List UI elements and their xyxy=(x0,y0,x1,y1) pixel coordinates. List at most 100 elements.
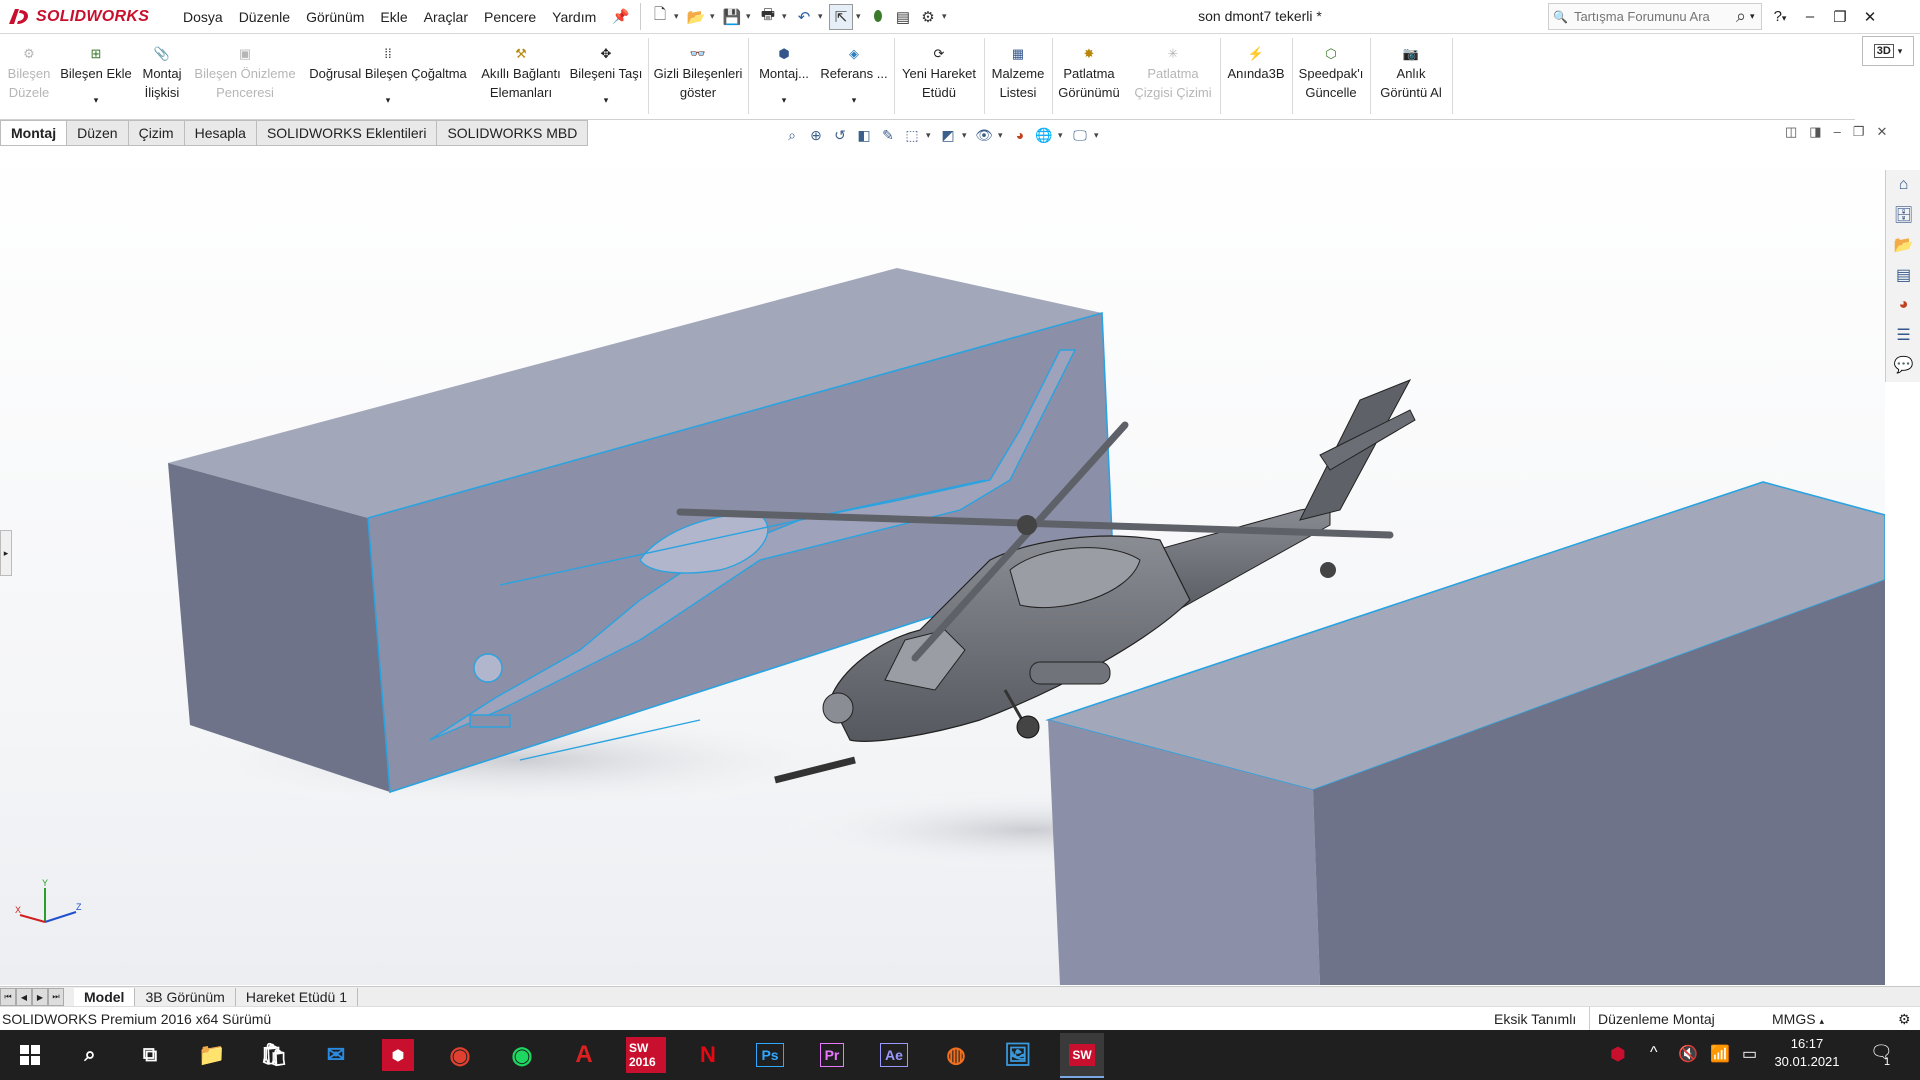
zoom-to-area-icon[interactable]: ⊕ xyxy=(806,125,826,145)
netflix-icon[interactable]: N xyxy=(688,1035,728,1075)
chevron-down-icon[interactable]: ▾ xyxy=(710,11,718,22)
chevron-down-icon[interactable]: ▾ xyxy=(962,130,970,141)
solidworks-icon[interactable]: SW xyxy=(1060,1033,1104,1078)
apply-scene-icon[interactable]: 🌐 xyxy=(1034,125,1054,145)
patlatma-cizgisi-button[interactable]: ✳ Patlatma Çizgisi Çizimi xyxy=(1128,42,1218,102)
first-tab-icon[interactable]: ⏮ xyxy=(0,988,16,1006)
dynamic-annotation-icon[interactable]: ✎ xyxy=(878,125,898,145)
malzeme-listesi-button[interactable]: ▦ Malzeme Listesi xyxy=(986,42,1050,102)
collapse-right-icon[interactable]: ◨ xyxy=(1809,124,1821,146)
search-icon[interactable]: ⌕ xyxy=(70,1035,110,1075)
menu-ekle[interactable]: Ekle xyxy=(372,9,415,25)
speedpak-guncelle-button[interactable]: ⬡ Speedpak'ı Güncelle xyxy=(1294,42,1368,102)
restore-icon[interactable]: ❐ xyxy=(1853,124,1865,146)
chevron-down-icon[interactable]: ▾ xyxy=(94,95,99,105)
bilesen-ekle-button[interactable]: ⊞ Bileşen Ekle ▾ xyxy=(58,42,134,106)
pin-icon[interactable]: 📌 xyxy=(604,8,637,25)
tab-cizim[interactable]: Çizim xyxy=(128,120,185,146)
after-effects-icon[interactable]: Ae xyxy=(874,1035,914,1075)
section-view-icon[interactable]: ◧ xyxy=(854,125,874,145)
appearances-icon[interactable]: ◕ xyxy=(1886,290,1920,320)
chevron-down-icon[interactable]: ▾ xyxy=(604,95,609,105)
chevron-down-icon[interactable]: ▾ xyxy=(1058,130,1066,141)
chevron-down-icon[interactable]: ▾ xyxy=(782,11,790,22)
display-style-icon[interactable]: ◩ xyxy=(938,125,958,145)
chevron-down-icon[interactable]: ▾ xyxy=(1750,11,1755,22)
chevron-down-icon[interactable]: ▾ xyxy=(746,11,754,22)
unit-system-selector[interactable]: MMGS ▴ xyxy=(1772,1011,1824,1027)
view-settings-icon[interactable]: 🖵 xyxy=(1070,125,1090,145)
forum-icon[interactable]: 💬 xyxy=(1886,350,1920,380)
menu-araclar[interactable]: Araçlar xyxy=(416,9,476,25)
photos-icon[interactable]: 🖼 xyxy=(998,1035,1038,1075)
mail-icon[interactable]: ✉ xyxy=(316,1035,356,1075)
akilli-baglanti-button[interactable]: ⚒ Akıllı Bağlantı Elemanları xyxy=(476,42,566,102)
view-palette-icon[interactable]: ▤ xyxy=(1886,260,1920,290)
tab-3b-gorunum[interactable]: 3B Görünüm xyxy=(135,987,236,1007)
feature-manager-expand-handle[interactable]: ▸ xyxy=(0,530,12,576)
collapse-left-icon[interactable]: ◫ xyxy=(1785,124,1797,146)
dogrusal-bilesen-cogaltma-button[interactable]: ⁞⁞ Doğrusal Bileşen Çoğaltma ▾ xyxy=(304,42,472,106)
menu-pencere[interactable]: Pencere xyxy=(476,9,544,25)
tab-solidworks-mbd[interactable]: SOLIDWORKS MBD xyxy=(437,120,589,146)
bileseni-tasi-button[interactable]: ✥ Bileşeni Taşı ▾ xyxy=(568,42,644,106)
new-document-icon[interactable]: 🗋 xyxy=(649,5,671,29)
referans-geometri-button[interactable]: ◈ Referans ... ▾ xyxy=(818,42,890,106)
clock[interactable]: 16:17 30.01.2021 xyxy=(1772,1036,1842,1069)
tab-hesapla[interactable]: Hesapla xyxy=(184,120,257,146)
chevron-down-icon[interactable]: ▾ xyxy=(1898,46,1903,57)
premiere-icon[interactable]: Pr xyxy=(812,1035,852,1075)
bilesen-onizleme-button[interactable]: ▣ Bileşen Önizleme Penceresi xyxy=(192,42,298,102)
tab-solidworks-eklentileri[interactable]: SOLIDWORKS Eklentileri xyxy=(256,120,438,146)
montaj-features-button[interactable]: ⬢ Montaj... ▾ xyxy=(752,42,816,106)
solidworks-2016-icon[interactable]: SW 2016 xyxy=(626,1035,666,1075)
battery-icon[interactable]: ▭ xyxy=(1742,1044,1757,1064)
save-icon[interactable]: 💾 xyxy=(721,5,743,29)
aninda3b-button[interactable]: ⚡ Anında3B xyxy=(1222,42,1290,83)
anlik-goruntu-al-button[interactable]: 📷 Anlık Görüntü Al xyxy=(1372,42,1450,102)
chevron-down-icon[interactable]: ▾ xyxy=(782,95,787,105)
volume-muted-icon[interactable]: 🔇 xyxy=(1678,1044,1698,1064)
chevron-down-icon[interactable]: ▾ xyxy=(818,11,826,22)
undo-icon[interactable]: ↶ xyxy=(793,5,815,29)
minimize-icon[interactable]: – xyxy=(1800,8,1820,25)
search-box[interactable]: 🔍 ⌕ ▾ xyxy=(1548,3,1762,30)
close-icon[interactable]: ✕ xyxy=(1860,8,1880,26)
open-folder-icon[interactable]: 📂 xyxy=(685,5,707,29)
last-tab-icon[interactable]: ⏭ xyxy=(48,988,64,1006)
tab-duzen[interactable]: Düzen xyxy=(67,120,129,146)
home-icon[interactable]: ⌂ xyxy=(1886,170,1920,200)
store-icon[interactable]: 🛍 xyxy=(254,1035,294,1075)
search-input[interactable] xyxy=(1571,8,1736,25)
bilesen-duzele-button[interactable]: ⚙ Bileşen Düzele xyxy=(6,42,52,102)
menu-yardim[interactable]: Yardım xyxy=(544,9,604,25)
menu-gorunum[interactable]: Görünüm xyxy=(298,9,372,25)
chevron-down-icon[interactable]: ▾ xyxy=(856,11,864,22)
next-tab-icon[interactable]: ▶ xyxy=(32,988,48,1006)
gear-icon[interactable]: ⚙ xyxy=(917,5,939,29)
custom-properties-icon[interactable]: ☰ xyxy=(1886,320,1920,350)
tab-model[interactable]: Model xyxy=(74,987,136,1007)
chevron-down-icon[interactable]: ▾ xyxy=(998,130,1006,141)
search-icon[interactable]: ⌕ xyxy=(1736,6,1746,27)
quick-tips-icon[interactable]: ⚙ xyxy=(1898,1011,1911,1028)
menu-dosya[interactable]: Dosya xyxy=(175,9,231,25)
chevron-down-icon[interactable]: ▾ xyxy=(942,11,950,22)
tab-hareket-etudu-1[interactable]: Hareket Etüdü 1 xyxy=(236,987,358,1007)
prev-tab-icon[interactable]: ◀ xyxy=(16,988,32,1006)
menu-duzenle[interactable]: Düzenle xyxy=(231,9,298,25)
file-properties-icon[interactable]: ▤ xyxy=(892,5,914,29)
graphics-area[interactable]: Y X Z xyxy=(0,147,1885,985)
view-orientation-icon[interactable]: ⬚ xyxy=(902,125,922,145)
hide-show-items-icon[interactable]: 👁 xyxy=(974,125,994,145)
yeni-hareket-etudu-button[interactable]: ⟳ Yeni Hareket Etüdü xyxy=(896,42,982,102)
origin-icon[interactable]: ◍ xyxy=(936,1035,976,1075)
autocad-icon[interactable]: A xyxy=(564,1035,604,1075)
print-icon[interactable]: 🖶 xyxy=(757,5,779,29)
rebuild-icon[interactable]: ⬮ xyxy=(867,5,889,29)
photoshop-icon[interactable]: Ps xyxy=(750,1035,790,1075)
spotify-icon[interactable]: ◉ xyxy=(502,1035,542,1075)
gizli-bilesenleri-goster-button[interactable]: 👓 Gizli Bileşenleri göster xyxy=(652,42,744,102)
patlatma-gorunumu-button[interactable]: ✸ Patlatma Görünümü xyxy=(1054,42,1124,102)
select-cursor-icon[interactable]: ⇱ xyxy=(829,3,853,30)
